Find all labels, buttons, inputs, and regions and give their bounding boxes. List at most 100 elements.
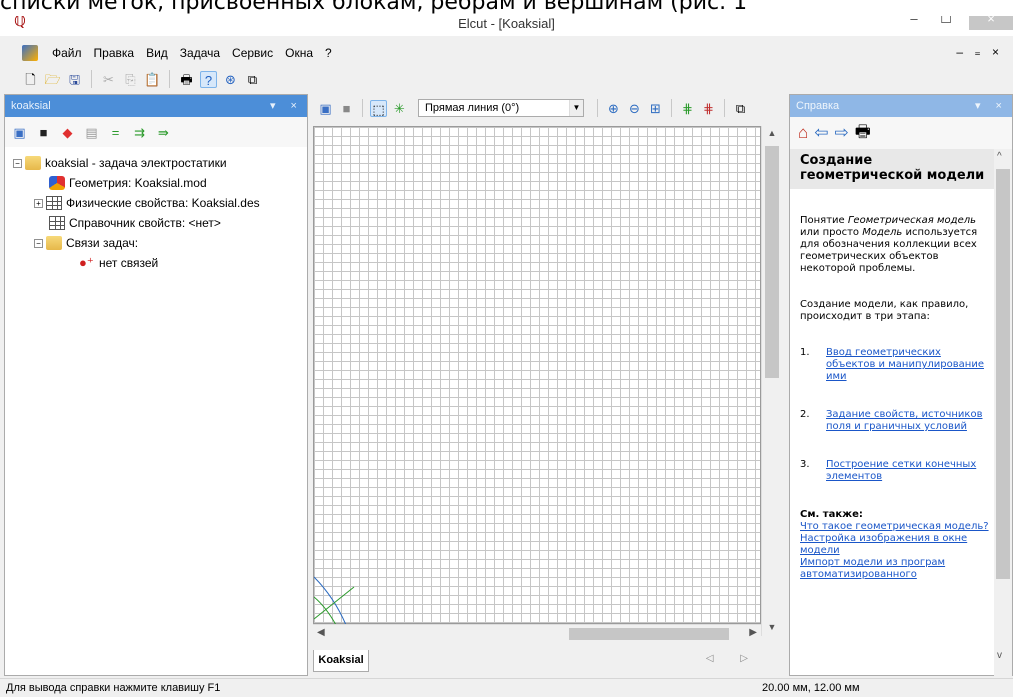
model-toolbar: ▣ ■ ⬚ ✳ Прямая линия (0°) ▼ ⊕ ⊖ ⊞ ⋕ ⋕ ⧉ xyxy=(311,94,786,122)
see-also-link[interactable]: Настройка изображения в окне модели xyxy=(800,533,990,557)
tree-node-links[interactable]: − Связи задач: xyxy=(13,233,307,253)
scroll-right-icon[interactable]: ▶ xyxy=(749,627,757,638)
print-icon[interactable]: 🖶 xyxy=(855,119,871,148)
menu-windows[interactable]: Окна xyxy=(279,46,319,60)
see-also-link[interactable]: Импорт модели из програм автоматизирован… xyxy=(800,557,990,581)
context-help-icon[interactable]: ? xyxy=(200,70,217,88)
menu-edit[interactable]: Правка xyxy=(88,46,141,60)
main-toolbar: 🗋 🗁 🖫 ✂ ⎘ 📋 🖶 ? ⊛ ⧉ xyxy=(0,66,1013,92)
copy-icon[interactable]: ⎘ xyxy=(122,71,139,88)
status-hint: Для вывода справки нажмите клавишу F1 xyxy=(6,682,221,694)
back-arrow-icon[interactable]: ⇦ xyxy=(814,123,828,143)
expand-icon[interactable]: + xyxy=(34,198,43,208)
tree-node-library[interactable]: Справочник свойств: <нет> xyxy=(13,213,307,233)
help-panel: Справка ▾ × ⌂ ⇦ ⇨ 🖶 Создание геометричес… xyxy=(789,94,1013,677)
help-panel-header: Справка ▾ × xyxy=(790,95,1012,117)
tree-node-physical-properties[interactable]: + Физические свойства: Koaksial.des xyxy=(13,193,307,213)
model-geometry xyxy=(314,576,355,625)
help-content: Создание геометрической модели Понятие Г… xyxy=(790,149,996,677)
collapse-icon[interactable]: − xyxy=(13,158,22,168)
window-icon[interactable]: ▣ xyxy=(11,124,28,141)
forward-arrow-icon[interactable]: ⇨ xyxy=(835,123,849,143)
see-also-heading: См. также: xyxy=(800,509,863,520)
scroll-thumb[interactable] xyxy=(765,146,779,378)
geometry-icon[interactable]: ◆ xyxy=(59,124,76,141)
folder-open-icon xyxy=(25,156,41,170)
home-icon[interactable]: ⌂ xyxy=(798,123,808,143)
help-scrollbar[interactable]: ^ v xyxy=(994,149,1012,677)
windows-icon[interactable]: ⧉ xyxy=(244,71,261,88)
properties-icon[interactable]: ▤ xyxy=(83,124,100,141)
list-item: 2. Задание свойств, источников поля и гр… xyxy=(800,409,990,433)
problem-toolbar: ▣ ■ ◆ ▤ = ⇉ ⇛ xyxy=(5,117,307,147)
scroll-thumb[interactable] xyxy=(996,169,1010,579)
menu-view[interactable]: Вид xyxy=(140,46,174,60)
help-topics-icon[interactable]: ⊛ xyxy=(222,71,239,88)
build-mesh-icon[interactable]: ⋕ xyxy=(679,100,696,117)
add-link-icon[interactable]: ⇉ xyxy=(131,124,148,141)
help-paragraph: Понятие Геометрическая модель или просто… xyxy=(800,215,978,274)
tab-navigation[interactable]: ◁ ▷ xyxy=(706,653,760,664)
menu-file[interactable]: Файл xyxy=(46,46,88,60)
scroll-left-icon[interactable]: ◀ xyxy=(317,627,325,638)
panel-controls[interactable]: ▾ × xyxy=(975,95,1008,117)
equal-icon[interactable]: = xyxy=(107,124,124,141)
menu-problem[interactable]: Задача xyxy=(174,46,226,60)
menu-help[interactable]: ? xyxy=(319,46,338,60)
tab-koaksial[interactable]: Koaksial xyxy=(313,650,369,672)
model-canvas[interactable] xyxy=(313,126,761,625)
step-link[interactable]: Задание свойств, источников поля и грани… xyxy=(826,409,990,433)
collapse-icon[interactable]: − xyxy=(34,238,43,248)
window-icon[interactable]: ▣ xyxy=(317,100,334,117)
links-icon: ●⁺ xyxy=(79,255,94,270)
tree-node-problem[interactable]: − koaksial - задача электростатики xyxy=(13,153,307,173)
model-window: ▣ ■ ⬚ ✳ Прямая линия (0°) ▼ ⊕ ⊖ ⊞ ⋕ ⋕ ⧉ … xyxy=(311,94,786,676)
step-link[interactable]: Ввод геометрических объектов и манипулир… xyxy=(826,347,990,383)
cursor-coordinates: 20.00 мм, 12.00 мм xyxy=(762,682,860,694)
see-also-link[interactable]: Что такое геометрическая модель? xyxy=(800,521,990,533)
copy-picture-icon[interactable]: ⧉ xyxy=(732,100,749,117)
scroll-up-icon[interactable]: ^ xyxy=(997,151,1002,162)
remove-mesh-icon[interactable]: ⋕ xyxy=(700,100,717,117)
scroll-thumb[interactable] xyxy=(569,628,729,640)
new-file-icon[interactable]: 🗋 xyxy=(22,71,39,88)
line-type-select[interactable]: Прямая линия (0°) ▼ xyxy=(418,99,584,117)
save-icon[interactable]: 🖫 xyxy=(66,71,83,88)
toolbar-separator xyxy=(169,70,170,88)
vertical-scrollbar[interactable]: ▲ ▼ xyxy=(761,126,781,636)
document-icon[interactable] xyxy=(22,45,38,61)
tree-node-label: Геометрия: Koaksial.mod xyxy=(69,176,207,190)
mdi-controls[interactable]: – ₌ × xyxy=(956,45,1003,59)
save-problem-icon[interactable]: ■ xyxy=(35,124,52,141)
help-toolbar: ⌂ ⇦ ⇨ 🖶 xyxy=(790,117,1012,149)
paste-icon[interactable]: 📋 xyxy=(144,71,161,88)
tree-node-geometry[interactable]: Геометрия: Koaksial.mod xyxy=(13,173,307,193)
menu-tools[interactable]: Сервис xyxy=(226,46,279,60)
scroll-down-icon[interactable]: v xyxy=(997,650,1002,661)
document-tabs: Koaksial ◁ ▷ xyxy=(311,650,786,674)
scroll-up-icon[interactable]: ▲ xyxy=(762,128,782,138)
tree-node-label: нет связей xyxy=(99,256,159,270)
print-icon[interactable]: 🖶 xyxy=(178,71,195,88)
zoom-fit-icon[interactable]: ⊞ xyxy=(647,100,664,117)
open-folder-icon[interactable]: 🗁 xyxy=(44,71,61,88)
zoom-out-icon[interactable]: ⊖ xyxy=(626,100,643,117)
toolbar-separator xyxy=(597,99,598,117)
scroll-down-icon[interactable]: ▼ xyxy=(762,622,782,632)
horizontal-scrollbar[interactable]: ◀ ▶ xyxy=(313,624,761,642)
magic-select-icon[interactable]: ✳ xyxy=(391,100,408,117)
toolbar-separator xyxy=(91,70,92,88)
cut-icon[interactable]: ✂ xyxy=(100,71,117,88)
block-icon[interactable]: ■ xyxy=(338,100,355,117)
step-link[interactable]: Построение сетки конечных элементов xyxy=(826,459,990,483)
select-mode-icon[interactable]: ⬚ xyxy=(370,99,387,117)
solve-icon[interactable]: ⇛ xyxy=(155,124,172,141)
chevron-down-icon[interactable]: ▼ xyxy=(569,100,583,116)
panel-controls[interactable]: ▾ × xyxy=(270,95,303,117)
folder-open-icon xyxy=(46,236,62,250)
help-paragraph: Создание модели, как правило, происходит… xyxy=(800,299,969,322)
zoom-in-icon[interactable]: ⊕ xyxy=(605,100,622,117)
menu-bar: Файл Правка Вид Задача Сервис Окна ? – ₌… xyxy=(0,40,1013,66)
help-panel-title: Справка xyxy=(796,100,840,112)
tree-node-no-links[interactable]: ●⁺ нет связей xyxy=(13,253,307,273)
